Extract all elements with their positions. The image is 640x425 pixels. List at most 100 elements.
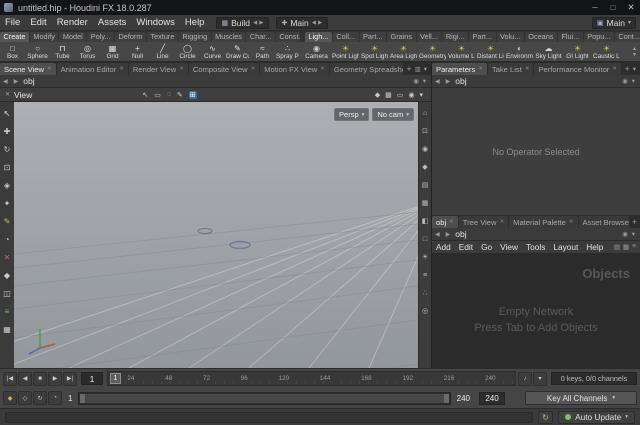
select-arrow-icon[interactable]: ↖ (142, 91, 148, 99)
playbar-audio-icon[interactable]: ♪ (518, 371, 532, 386)
close-icon[interactable]: ✕ (179, 66, 184, 72)
minimize-button[interactable]: ─ (586, 0, 604, 15)
points-display-icon[interactable]: ∴ (423, 288, 427, 299)
shelf-tab[interactable]: Model (59, 32, 87, 42)
desktop-selector[interactable]: ▦ Build ◀ ▶ (216, 16, 270, 29)
sphere-tool[interactable]: ○ Sphere (25, 42, 50, 61)
menu-item[interactable]: File (0, 17, 25, 28)
realtime-toggle-icon[interactable]: ◔ (48, 391, 62, 405)
shelf-tab[interactable]: Rigging (178, 32, 211, 42)
radial-menu-selector[interactable]: ▣ Main ▾ (591, 16, 636, 29)
chevron-down-icon[interactable]: ▾ (423, 77, 426, 85)
frame-selected-icon[interactable]: ⊡ (422, 126, 428, 137)
menu-item[interactable]: Render (52, 17, 93, 28)
close-icon[interactable]: ✕ (251, 66, 256, 72)
playback-loop-icon[interactable]: ↻ (33, 391, 47, 405)
pane-tab[interactable]: Tree View ✕ (458, 216, 509, 228)
remove-tool-icon[interactable]: ✕ (4, 251, 11, 264)
camera-view-icon[interactable]: ◉ (422, 144, 428, 155)
forward-icon[interactable]: ▶ (11, 78, 22, 85)
network-list-icon[interactable]: ≡ (632, 243, 636, 251)
projection-selector[interactable]: Persp ▾ (334, 108, 370, 121)
brush-select-icon[interactable]: ✎ (177, 91, 183, 99)
grid-display-icon[interactable]: ▦ (422, 198, 429, 209)
display-options-icon[interactable]: ▤ (422, 180, 429, 191)
pin-icon[interactable]: ◉ (622, 230, 628, 238)
back-icon[interactable]: ◀ (0, 78, 11, 85)
point-light-tool[interactable]: ☀ Point Light (331, 42, 360, 61)
back-icon[interactable]: ◀ (432, 231, 443, 238)
shelf-tab[interactable]: Vell... (416, 32, 442, 42)
close-icon[interactable]: ✕ (47, 66, 52, 72)
shelf-set-arrows[interactable]: ◀ ▶ (312, 20, 323, 26)
timeline[interactable]: 1 24 48 72 96 120 144 168 192 216 240 (107, 371, 516, 386)
shelf-tab[interactable]: Coll... (332, 32, 359, 42)
play-reverse-button[interactable]: ◀ (18, 371, 32, 386)
update-mode-dropdown[interactable]: Auto Update ▾ (558, 410, 635, 424)
pane-tab[interactable]: obj ✕ (432, 216, 458, 228)
pane-tab[interactable]: Render View ✕ (128, 63, 188, 75)
sky-light-tool[interactable]: ☁ Sky Light (534, 42, 563, 61)
handles-tool-icon[interactable]: ◈ (4, 179, 10, 192)
shelf-tab[interactable]: Part... (469, 32, 496, 42)
null-tool[interactable]: + Null (125, 42, 150, 61)
next-arrow-icon[interactable]: ▶ (318, 20, 323, 26)
menu-item[interactable]: View (496, 242, 522, 252)
shelf-tab[interactable]: Modify (29, 32, 59, 42)
menu-item[interactable]: Windows (131, 17, 180, 28)
close-icon[interactable]: ✕ (569, 219, 574, 225)
pane-tab[interactable]: Animation Editor ✕ (56, 63, 128, 75)
snapshot-icon[interactable]: ◎ (422, 306, 428, 317)
key-all-channels-dropdown[interactable]: Key All Channels ▾ (525, 391, 637, 405)
cook-icon[interactable]: ↻ (538, 410, 554, 424)
close-icon[interactable]: ✕ (478, 66, 483, 72)
spot-light-tool[interactable]: ☀ Spot Light (360, 42, 389, 61)
shelf-scroll-arrows[interactable]: ▲ ▼ (629, 42, 640, 61)
pane-tab[interactable]: Geometry Spreadsheet ✕ (329, 63, 404, 75)
current-frame-field[interactable]: 1 (81, 372, 103, 385)
global-end-frame-field[interactable]: 240 (479, 391, 505, 405)
menu-item[interactable]: Help (180, 17, 210, 28)
remove-key-icon[interactable]: ◇ (18, 391, 32, 405)
pane-tab[interactable]: Performance Monitor ✕ (534, 63, 621, 75)
geometry-light-tool[interactable]: ☀ Geometry Light (418, 42, 447, 61)
maximize-button[interactable]: □ (604, 0, 622, 15)
shelf-tab[interactable]: Poly... (87, 32, 115, 42)
path-breadcrumb[interactable]: obj (453, 76, 466, 86)
lock-camera-icon[interactable]: ◆ (422, 162, 427, 173)
select-tool-icon[interactable]: ↖ (4, 107, 11, 120)
shelf-tab[interactable]: Rigi... (442, 32, 469, 42)
new-pane-tab-button[interactable]: + (629, 217, 640, 227)
viewport-canvas[interactable]: Persp ▾ No cam ▾ (14, 102, 418, 368)
paint-tool-icon[interactable]: ✎ (4, 215, 11, 228)
network-editor-canvas[interactable]: Objects Empty Network Press Tab to Add O… (431, 254, 640, 368)
close-icon[interactable]: ✕ (525, 66, 530, 72)
rotate-tool-icon[interactable]: ↻ (4, 143, 11, 156)
path-breadcrumb[interactable]: obj (21, 76, 34, 86)
pose-tool-icon[interactable]: ✦ (4, 197, 11, 210)
menu-item[interactable]: Edit (25, 17, 51, 28)
chevron-down-icon[interactable]: ▾ (632, 230, 635, 238)
shelf-tab[interactable]: Create (0, 32, 29, 42)
prev-arrow-icon[interactable]: ◀ (253, 20, 258, 26)
translate-tool-icon[interactable]: ✚ (4, 125, 11, 138)
circle-tool[interactable]: ◯ Circle (175, 42, 200, 61)
curve-tool[interactable]: ∿ Curve (200, 42, 225, 61)
shelf-tab[interactable]: Const... (275, 32, 300, 42)
menu-item[interactable]: Edit (455, 242, 477, 252)
menu-item[interactable]: Layout (549, 242, 582, 252)
range-end-label[interactable]: 240 (453, 394, 474, 403)
shelf-tab[interactable]: Oceans (524, 32, 557, 42)
new-pane-tab-button[interactable]: + (621, 64, 632, 74)
shelf-set-selector[interactable]: ✚ Main ◀ ▶ (276, 16, 329, 29)
forward-icon[interactable]: ▶ (443, 231, 454, 238)
shelf-tab[interactable]: Deform (115, 32, 146, 42)
view-options-icon[interactable]: ◉ (408, 91, 414, 99)
playbar-options-icon[interactable]: ▾ (533, 371, 547, 386)
viewport-menu-icon[interactable]: ▾ (419, 91, 423, 99)
range-start-handle[interactable] (80, 393, 86, 403)
jump-end-button[interactable]: ▶| (63, 371, 77, 386)
shelf-tab[interactable]: Texture (146, 32, 178, 42)
forward-icon[interactable]: ▶ (443, 78, 454, 85)
pane-tab[interactable]: Material Palette ✕ (509, 216, 578, 228)
